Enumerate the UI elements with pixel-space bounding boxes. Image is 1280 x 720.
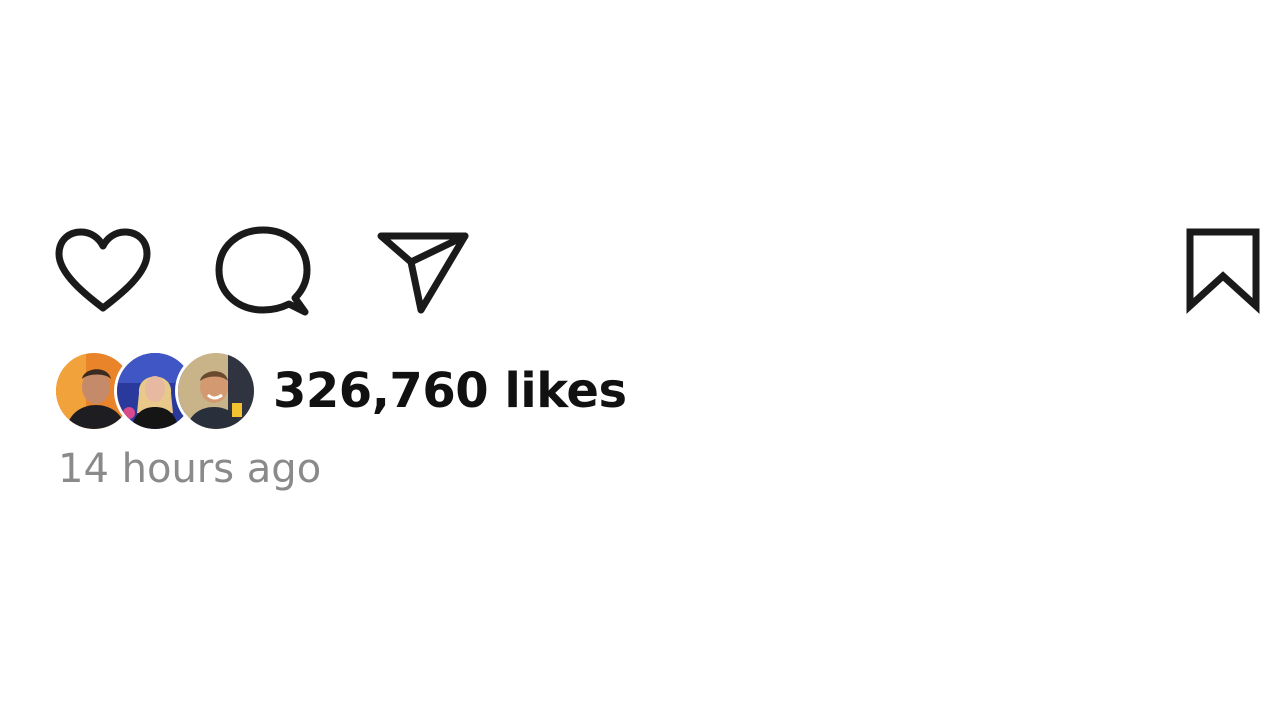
- bookmark-icon: [1186, 228, 1260, 314]
- like-button[interactable]: [53, 226, 153, 316]
- likes-count[interactable]: 326,760 likes: [273, 363, 627, 419]
- share-button[interactable]: [373, 226, 473, 316]
- heart-icon: [55, 228, 151, 312]
- liker-avatars[interactable]: [53, 350, 261, 432]
- post-timestamp[interactable]: 14 hours ago: [58, 446, 321, 492]
- avatar[interactable]: [175, 350, 257, 432]
- likes-label: likes: [504, 363, 627, 419]
- likes-row: 326,760 likes: [53, 350, 627, 432]
- likes-number: 326,760: [273, 363, 489, 419]
- speech-bubble-icon: [215, 226, 311, 316]
- post-footer: 326,760 likes 14 hours ago: [0, 0, 1280, 720]
- save-button[interactable]: [1180, 224, 1266, 316]
- paper-plane-icon: [377, 232, 469, 314]
- comment-button[interactable]: [213, 224, 313, 319]
